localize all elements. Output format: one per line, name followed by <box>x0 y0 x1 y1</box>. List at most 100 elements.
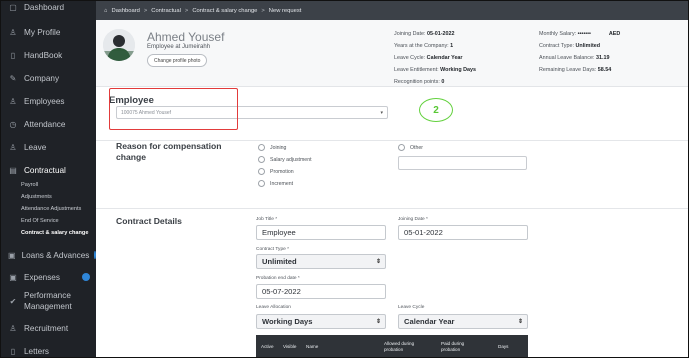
home-icon[interactable]: ⌂ <box>104 8 108 14</box>
user-icon: ♙ <box>9 27 17 37</box>
breadcrumb-contract-salary-change[interactable]: Contract & salary change <box>192 8 257 14</box>
column-header-name: Name <box>306 344 319 349</box>
info-contract-type: Contract Type: Unlimited <box>539 43 601 49</box>
sidebar-item-recruitment[interactable]: ♙ Recruitment <box>1 317 96 339</box>
sidebar-item-label: Employees <box>24 96 65 106</box>
breadcrumb-dashboard[interactable]: Dashboard <box>112 8 140 14</box>
sidebar-item-handbook[interactable]: ▯ HandBook <box>1 44 96 66</box>
main-content: Ahmed Yousef Employee at Jumeirahh Chang… <box>96 20 688 357</box>
radio-button[interactable] <box>398 144 405 151</box>
sidebar-item-label: Expenses <box>24 272 60 282</box>
sidebar-item-label: Attendance <box>24 119 66 129</box>
radio-button[interactable] <box>258 156 265 163</box>
sidebar-item-attendance[interactable]: ◷ Attendance <box>1 113 96 135</box>
contract-type-label: Contract Type * <box>256 247 289 252</box>
annotation-highlight-box <box>109 88 238 130</box>
document-icon: ▯ <box>10 50 16 60</box>
joining-date-input[interactable]: 05-01-2022 <box>398 225 528 240</box>
leave-cycle-select[interactable]: Calendar Year ⇕ <box>398 314 528 329</box>
sidebar-subitem-payroll[interactable]: Payroll <box>21 182 38 188</box>
select-arrows-icon: ⇕ <box>375 259 381 265</box>
sidebar-item-label: Contractual <box>24 165 66 175</box>
sidebar-item-label: Dashboard <box>24 2 65 12</box>
other-reason-input[interactable] <box>398 156 527 170</box>
sidebar-item-letters[interactable]: ▯ Letters <box>1 340 96 357</box>
contract-details-title: Contract Details <box>116 216 182 226</box>
sidebar-item-label: Leave <box>24 142 47 152</box>
probation-end-date-input[interactable]: 05-07-2022 <box>256 284 386 299</box>
radio-increment[interactable]: Increment <box>258 180 293 187</box>
select-arrows-icon: ⇕ <box>375 319 381 325</box>
avatar <box>103 29 135 61</box>
column-header-allowed-during-probation: Allowed during probation <box>384 341 415 352</box>
profile-header: Ahmed Yousef Employee at Jumeirahh Chang… <box>96 20 688 87</box>
sidebar-item-my-profile[interactable]: ♙ My Profile <box>1 21 96 43</box>
reason-section-title: Reason for compensation change <box>116 141 222 162</box>
dashboard-icon: ▢ <box>9 2 17 12</box>
info-remaining-leave-days: Remaining Leave Days: 58.54 <box>539 67 612 73</box>
breadcrumb-separator: > <box>184 7 189 14</box>
contract-icon: ▤ <box>9 165 17 175</box>
column-header-paid-during-probation: Paid during probation <box>441 341 465 352</box>
job-title-input[interactable]: Employee <box>256 225 386 240</box>
breadcrumb-new-request: New request <box>268 7 302 14</box>
chevron-down-icon: ▾ <box>380 110 383 116</box>
breadcrumb-contractual[interactable]: Contractual <box>151 8 181 14</box>
sidebar-item-label: HandBook <box>24 50 63 60</box>
sidebar-item-contractual[interactable]: ▤ Contractual <box>1 159 96 181</box>
sidebar-item-company[interactable]: ✎ Company <box>1 67 96 89</box>
leave-cycle-label: Leave Cycle <box>398 305 425 310</box>
radio-button[interactable] <box>258 180 265 187</box>
info-monthly-salary: Monthly Salary: ••••••• AED <box>539 31 621 37</box>
radio-button[interactable] <box>258 144 265 151</box>
sidebar-subitem-contract-salary-change[interactable]: Contract & salary change <box>21 230 88 236</box>
sidebar-item-label: My Profile <box>24 27 61 37</box>
sidebar-subitem-attendance-adjustments[interactable]: Attendance Adjustments <box>21 206 81 212</box>
app-frame: ▢ Dashboard ♙ My Profile ▯ HandBook ✎ Co… <box>0 0 689 358</box>
sidebar-item-expenses[interactable]: ▣ Expenses <box>1 266 96 288</box>
sidebar-item-performance[interactable]: ✔ Performance Management <box>1 290 96 314</box>
expenses-icon: ▣ <box>9 272 17 282</box>
sidebar-subitem-adjustments[interactable]: Adjustments <box>21 194 52 200</box>
leave-allocation-label: Leave Allocation <box>256 305 291 310</box>
leave-allocation-select[interactable]: Working Days ⇕ <box>256 314 386 329</box>
leave-allocation-value: Working Days <box>262 317 313 326</box>
breadcrumb-separator: > <box>143 7 148 14</box>
sidebar-item-label: Recruitment <box>24 323 69 333</box>
info-annual-leave-balance: Annual Leave Balance: 31.19 <box>539 55 610 61</box>
job-title-label: Job Title * <box>256 217 278 222</box>
sidebar-item-label: Company <box>24 73 60 83</box>
sidebar-item-label-group: Performance Management <box>24 290 72 312</box>
sidebar-item-label: Loans & Advances <box>21 250 90 260</box>
profile-subtitle: Employee at Jumeirahh <box>147 44 211 50</box>
sidebar-item-leave[interactable]: ♙ Leave <box>1 136 96 158</box>
breadcrumb: ⌂ Dashboard > Contractual > Contract & s… <box>96 1 688 20</box>
change-profile-photo-button[interactable]: Change profile photo <box>147 54 208 67</box>
sidebar-item-employees[interactable]: ♙ Employees <box>1 90 96 112</box>
column-header-active: Active <box>261 344 274 349</box>
info-recognition-points: Recognition points: 0 <box>394 79 445 85</box>
performance-icon: ✔ <box>9 296 17 306</box>
radio-button[interactable] <box>258 168 265 175</box>
info-leave-entitlement: Leave Entitlement: Working Days <box>394 67 477 73</box>
info-joining-date: Joining Date: 05-01-2022 <box>394 31 455 37</box>
sidebar-item-dashboard[interactable]: ▢ Dashboard <box>1 1 96 18</box>
users-icon: ♙ <box>9 96 17 106</box>
letters-icon: ▯ <box>10 346 16 356</box>
radio-other[interactable]: Other <box>398 144 423 151</box>
sidebar-item-loans-advances[interactable]: ▣ Loans & Advances <box>1 244 96 266</box>
probation-end-label: Probation end date * <box>256 276 300 281</box>
radio-salary-adjustment[interactable]: Salary adjustment <box>258 156 312 163</box>
breadcrumb-separator: > <box>261 7 265 14</box>
leave-cycle-value: Calendar Year <box>404 317 455 326</box>
sidebar-item-label: Management <box>24 302 72 311</box>
radio-joining[interactable]: Joining <box>258 144 286 151</box>
column-header-days: Days <box>498 344 509 349</box>
profile-name: Ahmed Yousef <box>147 30 225 44</box>
recruitment-icon: ♙ <box>9 323 17 333</box>
sidebar-item-label: Performance <box>24 291 71 300</box>
radio-promotion[interactable]: Promotion <box>258 168 294 175</box>
pencil-icon: ✎ <box>9 73 17 83</box>
contract-type-select[interactable]: Unlimited ⇕ <box>256 254 386 269</box>
sidebar-subitem-end-of-service[interactable]: End Of Service <box>21 218 59 224</box>
